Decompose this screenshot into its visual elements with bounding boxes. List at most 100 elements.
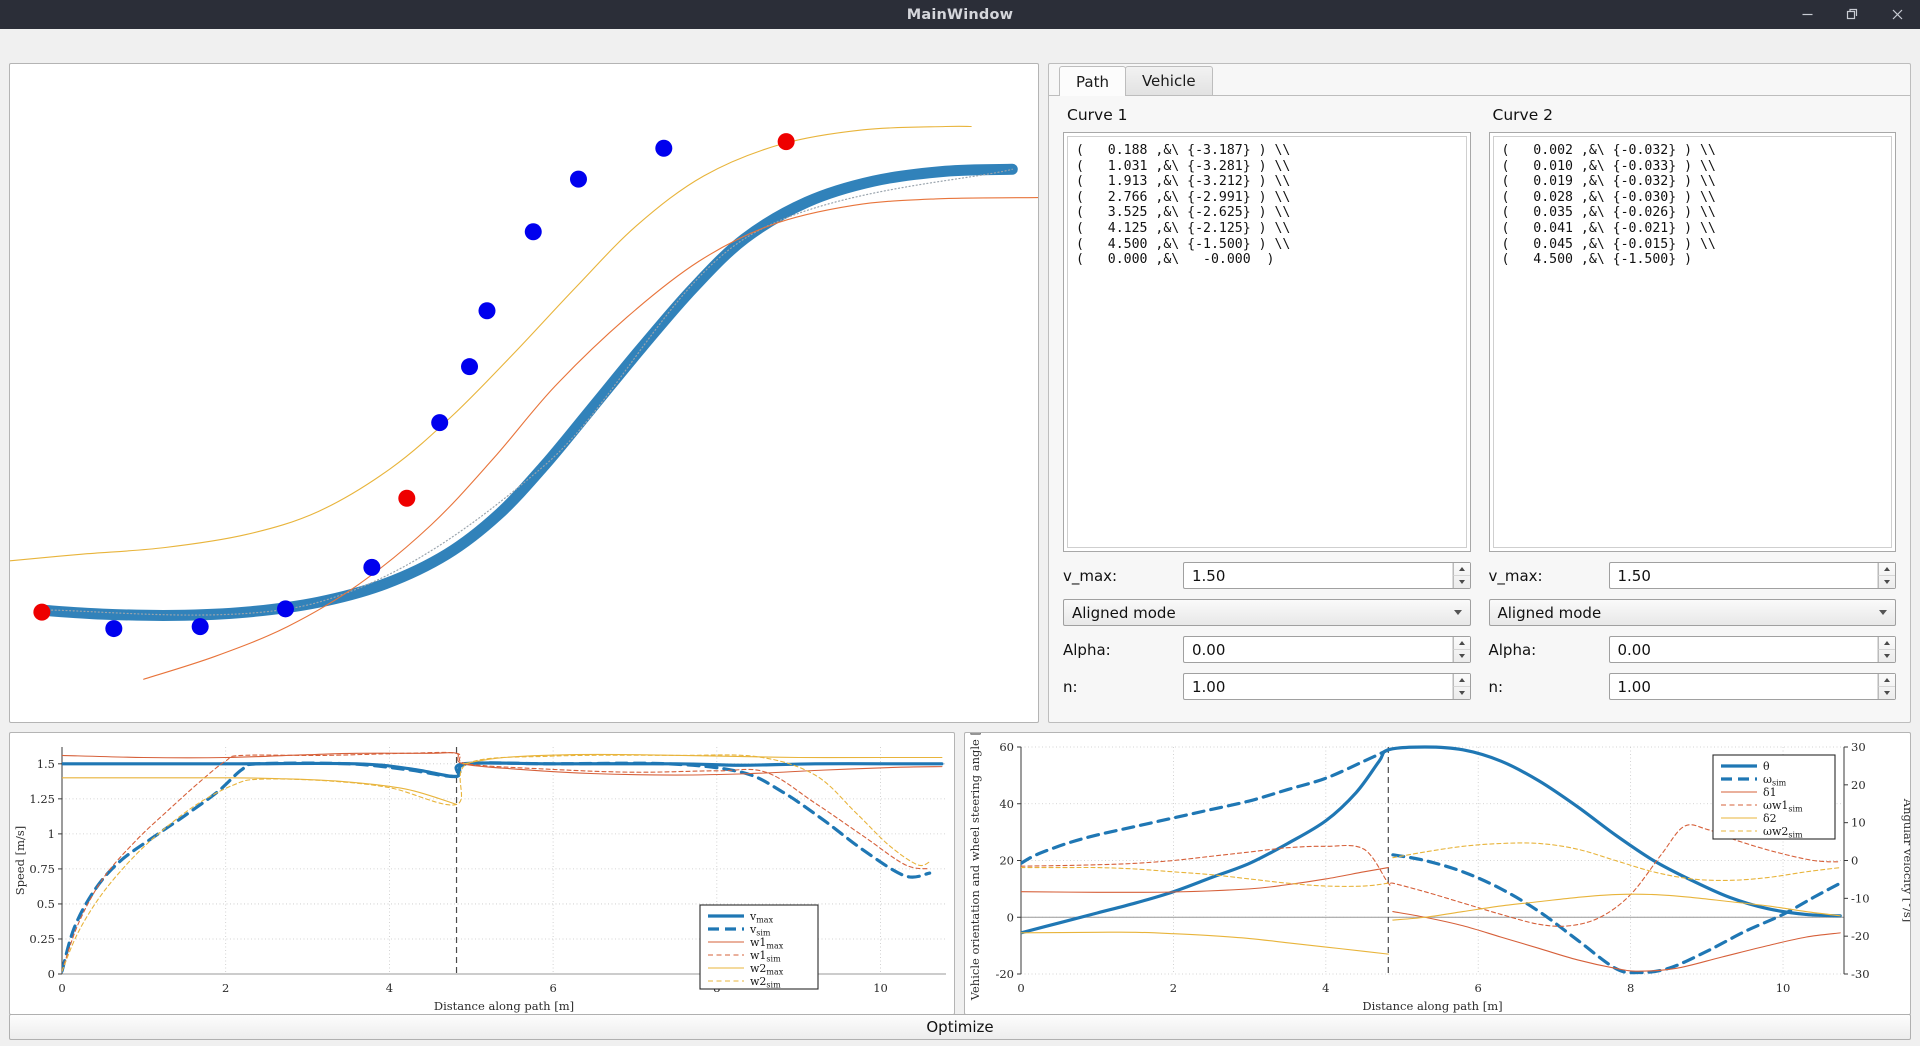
y-tick-label: 0 [48, 967, 55, 981]
curve-2-vmax-spinbox[interactable]: 1.50 [1608, 562, 1896, 589]
coordinate-line: ( 4.500 ,&\ {-1.500} ) [1501, 252, 1693, 268]
y-tick-label: 60 [999, 740, 1014, 754]
spin-up-icon[interactable] [1878, 674, 1895, 687]
curve-2-n-value[interactable]: 1.00 [1610, 674, 1878, 699]
curve-2-n-arrows[interactable] [1878, 674, 1895, 699]
curve-1-alpha-spinbox[interactable]: 0.00 [1183, 636, 1471, 663]
curve-2-n-spinbox[interactable]: 1.00 [1608, 673, 1896, 700]
close-button[interactable] [1875, 0, 1920, 29]
path-marker-ctrl-1[interactable] [105, 620, 123, 638]
path-marker-ctrl-8[interactable] [524, 223, 542, 241]
coordinate-line: ( 0.188 ,&\ {-3.187} ) \\ [1076, 143, 1291, 158]
spin-down-icon[interactable] [1878, 576, 1895, 588]
curve-1-n-value[interactable]: 1.00 [1184, 674, 1453, 699]
curve-1-alpha-arrows[interactable] [1452, 637, 1470, 662]
spin-down-icon[interactable] [1452, 576, 1470, 588]
curve-1-vmax-spinbox[interactable]: 1.50 [1183, 562, 1471, 589]
series-omega-w1-sim [1021, 824, 1841, 927]
y-tick-label: 0.5 [37, 897, 55, 911]
curve-2-mode-dropdown[interactable]: Aligned mode [1488, 599, 1896, 626]
curve-1-alpha-value[interactable]: 0.00 [1184, 637, 1453, 662]
spin-up-icon[interactable] [1878, 637, 1895, 650]
path-marker-ctrl-6[interactable] [461, 358, 479, 376]
spin-down-icon[interactable] [1878, 650, 1895, 662]
spin-up-icon[interactable] [1452, 674, 1470, 687]
legend-label-delta2: δ2 [1763, 812, 1777, 825]
spin-up-icon[interactable] [1452, 563, 1470, 576]
tab-path[interactable]: Path [1059, 66, 1126, 96]
path-marker-ctrl-5[interactable] [431, 414, 449, 432]
path-marker-ctrl-3[interactable] [277, 600, 295, 618]
curve-2-vmax-arrows[interactable] [1878, 563, 1895, 588]
curve-1-n-spinbox[interactable]: 1.00 [1183, 673, 1471, 700]
coordinate-line: ( 0.019 ,&\ {-0.032} ) \\ [1501, 174, 1716, 190]
curve-2-alpha-label: Alpha: [1488, 640, 1537, 659]
controls-panel: Path Vehicle Curve 1 ( 0.188 ,&\ {-3.187… [1048, 63, 1911, 723]
y-tick-label: 1.25 [29, 792, 55, 806]
path-plot-panel[interactable] [9, 63, 1039, 723]
x-tick-label: 10 [1776, 981, 1791, 995]
curve-2-coordinates-box[interactable]: ( 0.002 ,&\ {-0.032} ) \\ ( 0.010 ,&\ {-… [1488, 132, 1896, 552]
coordinate-line: ( 1.913 ,&\ {-3.212} ) \\ [1076, 174, 1291, 190]
legend-label-theta: θ [1763, 760, 1770, 773]
curve-1-mode-value: Aligned mode [1072, 603, 1176, 622]
curve-2-mode-value: Aligned mode [1497, 603, 1602, 622]
window-controls [1785, 0, 1920, 29]
curve-2-alpha-row: Alpha: 0.00 [1488, 636, 1896, 663]
optimize-button[interactable]: Optimize [9, 1014, 1911, 1040]
curve-1-mode-dropdown[interactable]: Aligned mode [1063, 599, 1471, 626]
curve-2-title: Curve 2 [1492, 106, 1554, 124]
path-marker-ctrl-2[interactable] [191, 618, 209, 636]
spin-down-icon[interactable] [1452, 650, 1470, 662]
series-omega-sim [1021, 748, 1390, 865]
tab-vehicle-label: Vehicle [1141, 72, 1196, 90]
spin-up-icon[interactable] [1878, 563, 1895, 576]
curve-2-alpha-value[interactable]: 0.00 [1610, 637, 1878, 662]
path-marker-ctrl-4[interactable] [363, 558, 381, 576]
spin-down-icon[interactable] [1452, 687, 1470, 699]
path-marker-endpoint-end[interactable] [777, 133, 795, 151]
x-axis-title: Distance along path [m] [1362, 999, 1502, 1013]
spin-down-icon[interactable] [1878, 687, 1895, 699]
series-omega-w2-sim [1021, 866, 1389, 887]
x-tick-label: 4 [386, 981, 393, 995]
path-marker-ctrl-9[interactable] [569, 170, 587, 188]
curve-1-coordinates-inner[interactable]: ( 0.188 ,&\ {-3.187} ) \\ ( 1.031 ,&\ {-… [1067, 136, 1467, 548]
curve-1-n-row: n: 1.00 [1063, 673, 1471, 700]
curve-1-vmax-row: v_max: 1.50 [1063, 562, 1471, 589]
minimize-button[interactable] [1785, 0, 1830, 29]
y-tick-label: 0 [1007, 910, 1014, 924]
path-marker-ctrl-7[interactable] [478, 302, 496, 320]
curve-2-vmax-value[interactable]: 1.50 [1610, 563, 1878, 588]
x-tick-label: 6 [1475, 981, 1482, 995]
x-tick-label: 8 [1627, 981, 1634, 995]
curve-1-vmax-arrows[interactable] [1452, 563, 1470, 588]
curve-2-alpha-arrows[interactable] [1878, 637, 1895, 662]
maximize-button[interactable] [1830, 0, 1875, 29]
y-tick-right-label: 10 [1851, 816, 1866, 830]
path-marker-ctrl-10[interactable] [655, 139, 673, 157]
coordinate-line: ( 0.010 ,&\ {-0.033} ) \\ [1501, 158, 1716, 174]
y-tick-label: 0.25 [29, 932, 55, 946]
tab-vehicle[interactable]: Vehicle [1124, 66, 1213, 95]
curve-1-n-arrows[interactable] [1452, 674, 1470, 699]
coordinate-line: ( 4.125 ,&\ {-2.125} ) \\ [1076, 220, 1291, 236]
tab-path-label: Path [1076, 72, 1109, 91]
x-tick-label: 6 [549, 981, 556, 995]
curve-1-coordinates-box[interactable]: ( 0.188 ,&\ {-3.187} ) \\ ( 1.031 ,&\ {-… [1063, 132, 1471, 552]
curve-2-column: Curve 2 ( 0.002 ,&\ {-0.032} ) \\ ( 0.01… [1488, 104, 1896, 710]
y-tick-right-label: -20 [1851, 929, 1870, 943]
path-plot-canvas [9, 125, 1039, 680]
speed-plot-panel[interactable]: 00.250.50.7511.251.50246810Distance alon… [9, 732, 955, 1015]
chevron-down-icon [1879, 610, 1887, 615]
path-marker-endpoint-start[interactable] [33, 603, 51, 621]
curve-1-alpha-label: Alpha: [1063, 640, 1111, 659]
spin-up-icon[interactable] [1452, 637, 1470, 650]
series-omega-sim [1391, 853, 1842, 975]
curve-2-alpha-spinbox[interactable]: 0.00 [1608, 636, 1896, 663]
curve-1-vmax-value[interactable]: 1.50 [1184, 563, 1453, 588]
curve-2-coordinates-inner[interactable]: ( 0.002 ,&\ {-0.032} ) \\ ( 0.010 ,&\ {-… [1492, 136, 1892, 548]
angle-plot-panel[interactable]: -20 0 20 40 60 0 2 4 6 8 10 -30 -20 -10 0 10 20 30 Angular… [964, 721, 1915, 1015]
coordinate-line: ( 0.028 ,&\ {-0.030} ) \\ [1501, 189, 1716, 205]
path-marker-endpoint-mid[interactable] [398, 489, 416, 507]
